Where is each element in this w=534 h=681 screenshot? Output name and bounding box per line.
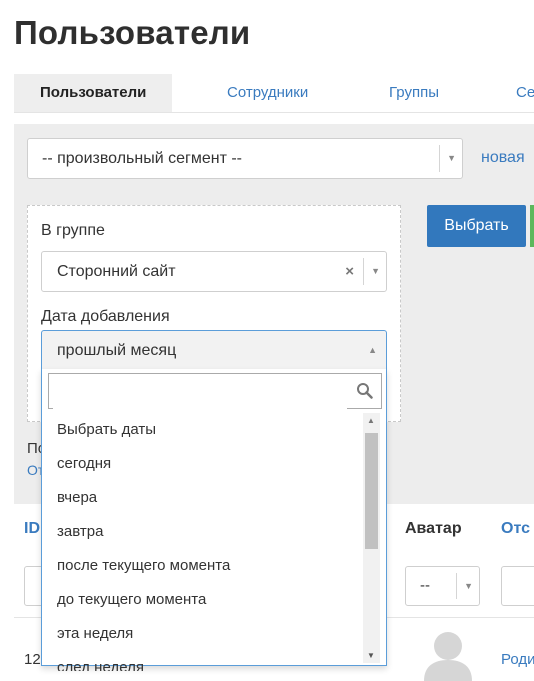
chevron-down-icon: ▼ xyxy=(447,153,456,163)
dropdown-option[interactable]: след неделя xyxy=(42,651,362,671)
chevron-down-icon: ▼ xyxy=(464,581,473,591)
group-select-value: Сторонний сайт xyxy=(57,263,176,280)
dropdown-search-input[interactable] xyxy=(53,375,347,409)
tab-groups[interactable]: Группы xyxy=(389,74,439,112)
scroll-up-icon[interactable]: ▲ xyxy=(367,416,375,425)
dropdown-option[interactable]: эта неделя xyxy=(42,617,362,651)
date-select[interactable]: прошлый месяц ▲ xyxy=(41,330,387,370)
row-id: 12 xyxy=(24,651,41,668)
group-label: В группе xyxy=(41,222,105,239)
apply-button[interactable]: Выбрать xyxy=(427,205,526,247)
dropdown-option[interactable]: вчера xyxy=(42,481,362,515)
dropdown-search[interactable] xyxy=(48,373,382,409)
dropdown-option[interactable]: до текущего момента xyxy=(42,583,362,617)
column-header-avatar: Аватар xyxy=(405,520,462,537)
new-segment-link[interactable]: новая xyxy=(481,149,525,167)
date-label: Дата добавления xyxy=(41,308,170,325)
dropdown-options: Выбрать даты сегодня вчера завтра после … xyxy=(42,413,362,671)
segment-select-value: -- произвольный сегмент -- xyxy=(42,150,242,167)
avatar-filter-value: -- xyxy=(420,577,430,594)
column-header-id[interactable]: ID xyxy=(24,520,40,538)
avatar-icon xyxy=(424,632,472,681)
clear-icon[interactable]: × xyxy=(345,263,354,280)
segment-select[interactable]: -- произвольный сегмент -- ▼ xyxy=(27,138,463,179)
scroll-down-icon[interactable]: ▼ xyxy=(367,651,375,660)
dropdown-scrollbar[interactable]: ▲ ▼ xyxy=(363,413,380,663)
dropdown-option[interactable]: завтра xyxy=(42,515,362,549)
tab-segments[interactable]: Се xyxy=(516,74,534,112)
avatar-filter-select[interactable]: -- ▼ xyxy=(405,566,480,606)
tab-users[interactable]: Пользователи xyxy=(14,74,173,112)
dropdown-option[interactable]: после текущего момента xyxy=(42,549,362,583)
source-filter-input[interactable] xyxy=(501,566,534,606)
column-header-source[interactable]: Отс xyxy=(501,520,530,538)
date-dropdown: Выбрать даты сегодня вчера завтра после … xyxy=(41,369,387,671)
search-icon xyxy=(357,383,373,399)
tab-employees[interactable]: Сотрудники xyxy=(227,74,308,112)
chevron-up-icon: ▲ xyxy=(368,345,377,355)
dropdown-option[interactable]: Выбрать даты xyxy=(42,413,362,447)
divider xyxy=(363,258,364,285)
page-title: Пользователи xyxy=(14,14,251,51)
scrollbar-thumb[interactable] xyxy=(365,433,378,549)
dropdown-option[interactable]: сегодня xyxy=(42,447,362,481)
tab-bar: Пользователи Сотрудники Группы Се xyxy=(14,74,534,113)
secondary-button-edge[interactable] xyxy=(530,205,534,247)
divider xyxy=(456,573,457,599)
divider xyxy=(439,145,440,172)
date-select-value: прошлый месяц xyxy=(57,342,177,359)
chevron-down-icon: ▼ xyxy=(371,266,380,276)
group-select[interactable]: Сторонний сайт × ▼ xyxy=(41,251,387,292)
row-source-link[interactable]: Роди xyxy=(501,651,534,668)
